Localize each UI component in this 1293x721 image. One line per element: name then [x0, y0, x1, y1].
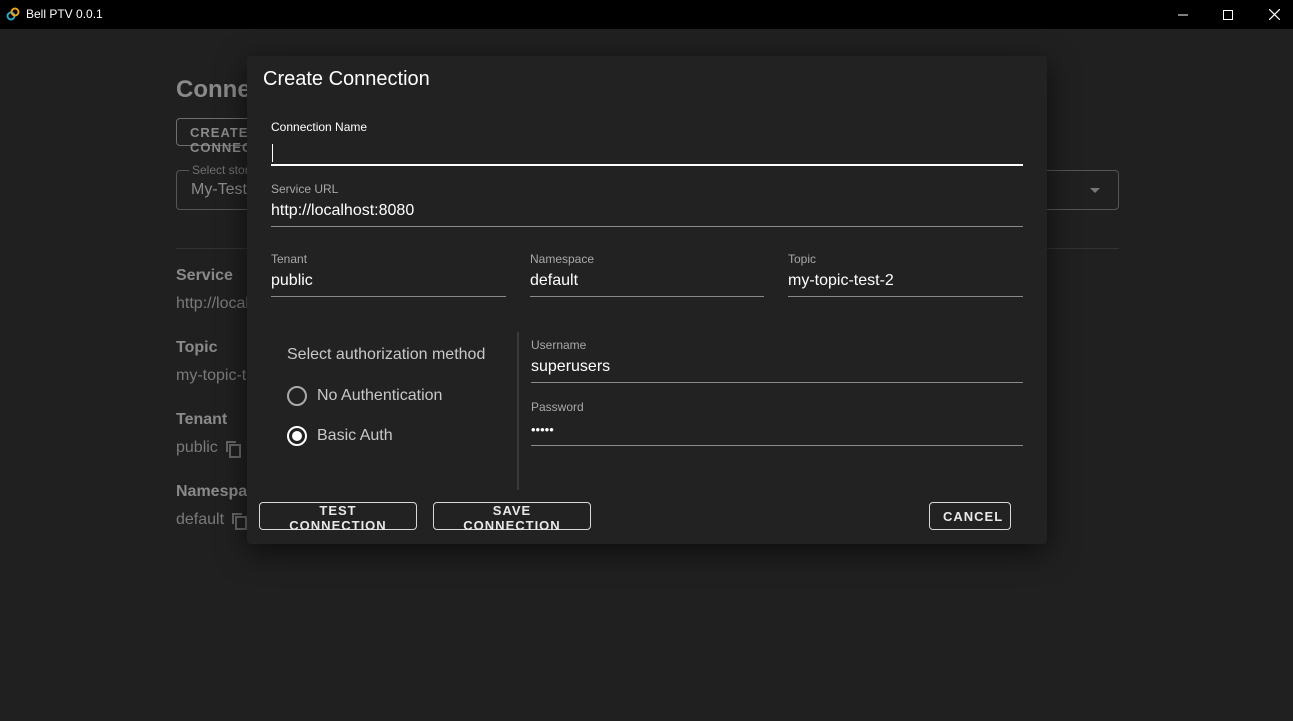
connection-name-input[interactable]: [271, 134, 1023, 166]
connection-name-label: Connection Name: [271, 120, 368, 134]
detail-value-text: default: [176, 511, 225, 528]
password-field: Password: [531, 400, 1023, 446]
detail-value-text: public: [176, 439, 218, 456]
window-title: Bell PTV 0.0.1: [26, 7, 103, 21]
service-url-label: Service URL: [271, 182, 339, 196]
radio-unchecked-icon[interactable]: [287, 386, 307, 406]
username-label: Username: [531, 338, 587, 352]
minimize-icon: [1178, 14, 1188, 15]
connection-name-field: Connection Name: [271, 120, 1023, 166]
tenant-input[interactable]: [271, 266, 506, 297]
copy-icon[interactable]: [232, 513, 248, 530]
topic-field: Topic: [788, 252, 1023, 297]
text-caret: [272, 144, 273, 162]
namespace-field: Namespace: [530, 252, 764, 297]
namespace-label: Namespace: [530, 252, 595, 266]
password-label: Password: [531, 400, 584, 414]
maximize-button[interactable]: [1205, 0, 1251, 29]
radio-no-authentication[interactable]: No Authentication: [287, 386, 442, 406]
topic-label: Topic: [788, 252, 817, 266]
service-url-field: Service URL: [271, 182, 1023, 227]
radio-label: No Authentication: [317, 387, 443, 404]
dialog-title: Create Connection: [263, 68, 430, 90]
radio-basic-auth[interactable]: Basic Auth: [287, 426, 393, 446]
app-logo-icon: [6, 7, 20, 21]
detail-label-tenant: Tenant: [176, 411, 228, 428]
test-connection-button[interactable]: TEST CONNECTION: [259, 502, 417, 533]
close-button[interactable]: [1251, 0, 1293, 29]
radio-checked-icon[interactable]: [287, 426, 307, 446]
tenant-field: Tenant: [271, 252, 506, 297]
service-url-input[interactable]: [271, 196, 1023, 227]
detail-value-tenant: public: [176, 439, 241, 458]
save-connection-button[interactable]: SAVE CONNECTION: [433, 502, 591, 533]
select-value: My-Test: [191, 181, 247, 198]
title-bar: Bell PTV 0.0.1: [0, 0, 1293, 29]
username-input[interactable]: [531, 352, 1023, 383]
radio-label: Basic Auth: [317, 427, 393, 444]
auth-method-group: Select authorization method No Authentic…: [271, 332, 519, 490]
topic-input[interactable]: [788, 266, 1023, 297]
auth-method-title: Select authorization method: [287, 346, 486, 363]
password-input[interactable]: [531, 414, 1023, 446]
detail-value-namespace: default: [176, 511, 248, 530]
dropdown-arrow-icon: [1090, 188, 1100, 193]
copy-icon[interactable]: [225, 441, 241, 458]
tenant-label: Tenant: [271, 252, 308, 266]
minimize-button[interactable]: [1160, 0, 1206, 29]
namespace-input[interactable]: [530, 266, 764, 297]
create-connection-dialog: Create Connection Connection Name Servic…: [247, 56, 1047, 544]
maximize-icon: [1223, 9, 1233, 20]
username-field: Username: [531, 338, 1023, 383]
detail-label-topic: Topic: [176, 339, 218, 356]
close-icon: [1268, 9, 1280, 20]
cancel-button[interactable]: CANCEL: [929, 502, 1011, 530]
detail-label-service: Service: [176, 267, 233, 284]
vertical-divider: [517, 332, 519, 490]
